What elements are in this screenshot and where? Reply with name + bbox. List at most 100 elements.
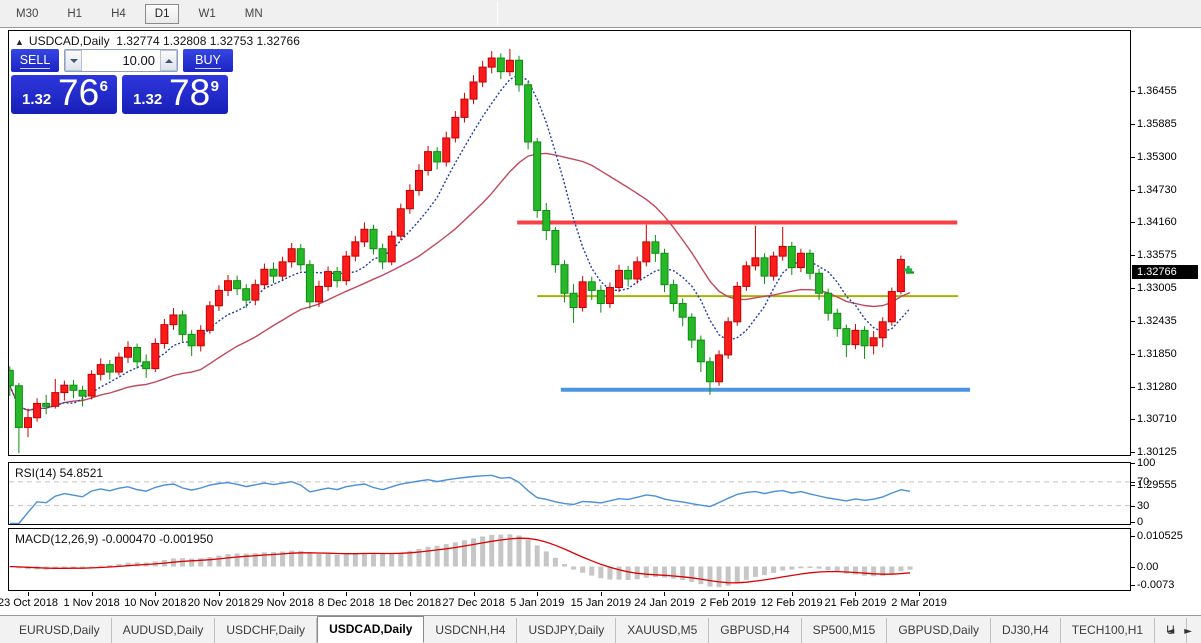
macd-panel[interactable]: MACD(12,26,9) -0.000470 -0.001950 [8, 528, 1131, 591]
date-axis-label: 29 Nov 2018 [251, 597, 313, 609]
macd-bar [444, 544, 449, 566]
rsi-panel[interactable]: RSI(14) 54.8521 [8, 462, 1131, 525]
candle [661, 249, 668, 292]
candle [197, 325, 204, 351]
macd-bar [480, 536, 485, 566]
candle [170, 308, 177, 330]
candle [370, 225, 377, 255]
macd-axis-tick [1131, 585, 1135, 586]
candle [734, 282, 741, 326]
symbol-tab-SP500-M15[interactable]: SP500,M15 [802, 618, 888, 643]
rsi-chart[interactable] [9, 463, 1130, 524]
symbol-tab-DJ30-H4[interactable]: DJ30,H4 [991, 618, 1061, 643]
timeframe-H4[interactable]: H4 [101, 4, 136, 24]
date-axis-label: 10 Nov 2018 [124, 597, 186, 609]
candle [479, 61, 486, 87]
tab-scroll-left-icon[interactable]: ◄ [1162, 626, 1180, 637]
macd-bar [771, 567, 776, 573]
macd-bar [908, 567, 913, 570]
candle [652, 235, 659, 262]
candle [97, 358, 104, 380]
candle [534, 138, 541, 218]
candle [697, 336, 704, 373]
price-axis-label: 1.31850 [1137, 348, 1177, 360]
date-axis-label: 23 Oct 2018 [0, 597, 58, 609]
candle [43, 395, 50, 414]
price-axis-label: 1.33575 [1137, 249, 1177, 261]
timeframe-D1[interactable]: D1 [145, 4, 180, 24]
candle [297, 244, 304, 270]
symbol-tab-GBPUSD-Daily[interactable]: GBPUSD,Daily [887, 618, 991, 643]
price-axis-label: 1.35300 [1137, 151, 1177, 163]
main-chart-panel[interactable]: ▲USDCAD,Daily 1.32774 1.32808 1.32753 1.… [8, 30, 1131, 456]
date-axis-tick [537, 592, 538, 596]
macd-bar [553, 558, 558, 567]
macd-bar [462, 540, 467, 566]
macd-bar [189, 559, 194, 567]
symbol-tab-XAUUSD-M5[interactable]: XAUUSD,M5 [616, 618, 709, 643]
sell-button[interactable]: SELL [11, 49, 59, 72]
macd-bar [435, 546, 440, 567]
buy-button[interactable]: BUY [183, 49, 233, 72]
sell-price-sup: 6 [100, 78, 108, 95]
ohlc-low: 1.32753 [210, 34, 253, 48]
symbol-tab-GBPUSD-H4[interactable]: GBPUSD,H4 [709, 618, 801, 643]
candle [15, 383, 22, 453]
rsi-label: RSI(14) 54.8521 [15, 466, 103, 480]
ohlc-open: 1.32774 [116, 34, 159, 48]
timeframe-MN[interactable]: MN [235, 4, 273, 24]
buy-price-box[interactable]: 1.32 78 9 [122, 75, 228, 114]
symbol-tab-EURUSD-Daily[interactable]: EURUSD,Daily [8, 618, 112, 643]
timeframe-H1[interactable]: H1 [57, 4, 92, 24]
symbol-tab-USDCNH-H4[interactable]: USDCNH,H4 [424, 618, 517, 643]
symbol-tab-AUDUSD-Daily[interactable]: AUDUSD,Daily [112, 618, 216, 643]
volume-decrease-button[interactable] [65, 50, 82, 71]
symbol-tab-USDJPY-Daily[interactable]: USDJPY,Daily [517, 618, 616, 643]
candle [825, 289, 832, 321]
tab-scroll-right-icon[interactable]: ► [1179, 626, 1197, 637]
symbol-tab-USDCHF-Daily[interactable]: USDCHF,Daily [215, 618, 317, 643]
macd-bar [453, 542, 458, 566]
macd-bar [380, 554, 385, 567]
volume-input[interactable]: 10.00 [82, 50, 160, 71]
rsi-axis-tick [1131, 463, 1135, 464]
macd-bar [198, 558, 203, 566]
candle [870, 331, 877, 354]
volume-increase-button[interactable] [160, 50, 177, 71]
sell-price-box[interactable]: 1.32 76 6 [11, 75, 117, 114]
symbol-tab-USDCAD-Daily[interactable]: USDCAD,Daily [317, 616, 424, 643]
price-axis-tick [1131, 485, 1135, 486]
candle [897, 256, 904, 295]
price-axis[interactable]: 1.32766 1.364551.358851.353001.347301.34… [1131, 30, 1201, 591]
symbol-tab-TECH100-H1[interactable]: TECH100,H1 [1061, 618, 1155, 643]
candle [743, 261, 750, 291]
price-axis-tick [1131, 91, 1135, 92]
candle [152, 338, 159, 372]
macd-axis-tick [1131, 536, 1135, 537]
macd-bar [717, 567, 722, 588]
candle [488, 51, 495, 73]
macd-bar [471, 538, 476, 566]
timeframe-W1[interactable]: W1 [188, 4, 225, 24]
candle [388, 231, 395, 265]
buy-price-sup: 9 [211, 78, 219, 95]
macd-bar [617, 567, 622, 580]
candle [252, 280, 259, 306]
price-axis-label: 1.32435 [1137, 315, 1177, 327]
date-axis[interactable]: 23 Oct 20181 Nov 201810 Nov 201820 Nov 2… [8, 592, 1131, 614]
chart-header: ▲USDCAD,Daily 1.32774 1.32808 1.32753 1.… [15, 34, 300, 48]
date-axis-label: 8 Dec 2018 [318, 597, 374, 609]
candle [306, 260, 313, 309]
date-axis-label: 15 Jan 2019 [571, 597, 632, 609]
candle [716, 350, 723, 385]
macd-bar [898, 567, 903, 572]
timeframe-M30[interactable]: M30 [6, 4, 48, 24]
candle [106, 360, 113, 379]
candle [215, 285, 222, 311]
collapse-triangle-icon[interactable]: ▲ [15, 37, 24, 47]
current-price-tag: 1.32766 [1132, 265, 1198, 279]
price-axis-tick [1131, 222, 1135, 223]
date-axis-tick [855, 592, 856, 596]
macd-axis-label: 0.010525 [1137, 530, 1183, 542]
macd-bar [571, 567, 576, 570]
